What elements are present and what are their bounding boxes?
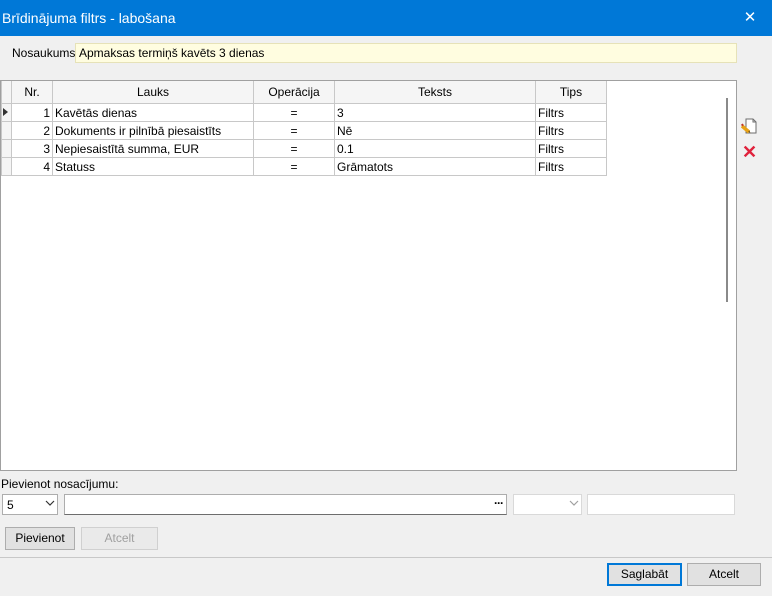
cell-teksts[interactable]: Nē [334,121,536,140]
cell-teksts[interactable]: 3 [334,103,536,122]
column-header-tips[interactable]: Tips [535,81,607,104]
bottom-strip [0,596,772,616]
chevron-down-icon [569,500,579,506]
row-indicator[interactable] [1,121,12,140]
cell-nr[interactable]: 4 [11,157,53,176]
cell-lauks[interactable]: Dokuments ir pilnībā piesaistīts [52,121,254,140]
browse-button-icon[interactable]: ··· [494,496,504,510]
cell-tips[interactable]: Filtrs [535,103,607,122]
save-button[interactable]: Saglabāt [607,563,682,586]
condition-text-input[interactable] [587,494,735,515]
table-row[interactable]: 4 Statuss = Grāmatots Filtrs [1,157,607,176]
conditions-grid: Nr. Lauks Operācija Teksts Tips 1 Kavētā… [0,80,737,471]
column-header-operacija[interactable]: Operācija [253,81,335,104]
row-indicator-header [1,81,12,104]
condition-number-value: 5 [7,498,14,512]
cancel-button[interactable]: Atcelt [687,563,761,586]
table-row[interactable]: 1 Kavētās dienas = 3 Filtrs [1,103,607,122]
condition-field-input[interactable]: ··· [64,494,507,515]
cell-lauks[interactable]: Nepiesaistītā summa, EUR [52,139,254,158]
add-condition-button[interactable]: Pievienot [5,527,75,550]
footer-divider [0,557,772,558]
cell-tips[interactable]: Filtrs [535,121,607,140]
cell-operacija[interactable]: = [253,121,335,140]
cell-nr[interactable]: 1 [11,103,53,122]
grid-header-row: Nr. Lauks Operācija Teksts Tips [1,81,607,104]
cell-lauks[interactable]: Kavētās dienas [52,103,254,122]
cell-nr[interactable]: 3 [11,139,53,158]
edit-icon[interactable] [740,117,759,135]
delete-icon[interactable]: ✕ [742,143,757,161]
chevron-down-icon [45,500,55,506]
add-condition-label: Pievienot nosacījumu: [1,477,119,491]
row-indicator[interactable] [1,139,12,158]
window-title: Brīdinājuma filtrs - labošana [2,10,176,26]
table-row[interactable]: 3 Nepiesaistītā summa, EUR = 0.1 Filtrs [1,139,607,158]
name-label: Nosaukums: [12,46,79,60]
cell-nr[interactable]: 2 [11,121,53,140]
column-header-nr[interactable]: Nr. [11,81,53,104]
condition-number-select[interactable]: 5 [2,494,58,515]
cell-tips[interactable]: Filtrs [535,157,607,176]
cell-operacija[interactable]: = [253,103,335,122]
column-header-teksts[interactable]: Teksts [334,81,536,104]
table-row[interactable]: 2 Dokuments ir pilnībā piesaistīts = Nē … [1,121,607,140]
condition-operation-select[interactable] [513,494,582,515]
title-bar: Brīdinājuma filtrs - labošana ✕ [0,0,772,36]
current-row-arrow-icon [3,108,8,116]
vertical-scrollbar[interactable] [720,81,736,470]
column-header-lauks[interactable]: Lauks [52,81,254,104]
name-input[interactable]: Apmaksas termiņš kavēts 3 dienas [75,43,737,63]
cell-teksts[interactable]: Grāmatots [334,157,536,176]
row-indicator[interactable] [1,157,12,176]
dialog-body: Nosaukums: Apmaksas termiņš kavēts 3 die… [0,36,772,596]
cell-lauks[interactable]: Statuss [52,157,254,176]
cell-teksts[interactable]: 0.1 [334,139,536,158]
close-icon: ✕ [743,9,757,26]
cell-operacija[interactable]: = [253,139,335,158]
row-indicator[interactable] [1,103,12,122]
close-button[interactable]: ✕ [736,6,764,30]
cancel-condition-button[interactable]: Atcelt [81,527,158,550]
cell-tips[interactable]: Filtrs [535,139,607,158]
cell-operacija[interactable]: = [253,157,335,176]
conditions-table: Nr. Lauks Operācija Teksts Tips 1 Kavētā… [1,81,607,176]
scrollbar-thumb[interactable] [726,98,728,302]
